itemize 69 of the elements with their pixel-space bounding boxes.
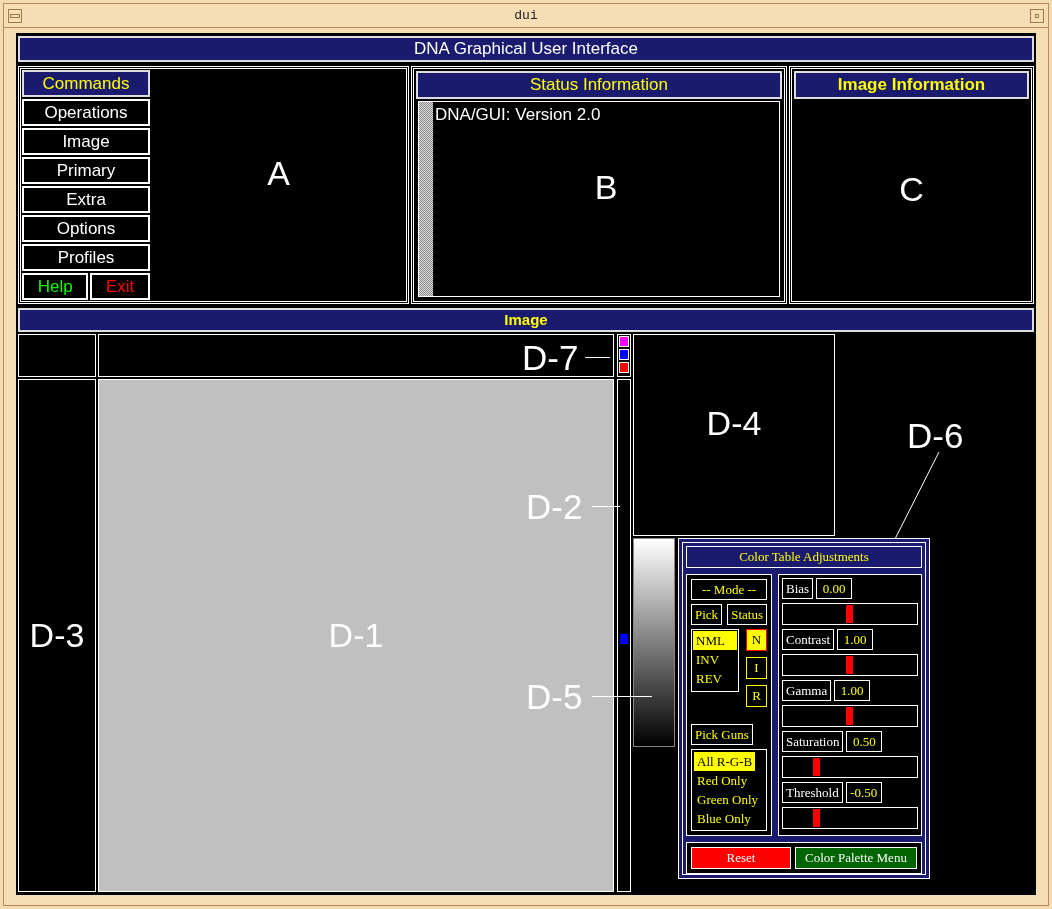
panel-title: Status Information	[416, 71, 782, 99]
slider-track[interactable]	[782, 807, 918, 829]
list-item[interactable]: Blue Only	[694, 809, 764, 828]
slider-track[interactable]	[782, 705, 918, 727]
status-indicator: N	[746, 629, 767, 651]
menu-button[interactable]: Image	[22, 128, 150, 155]
region-label: D-2	[526, 489, 583, 524]
panel-title: Image Information	[794, 71, 1029, 99]
status-button[interactable]: Status	[727, 604, 767, 625]
value-field: 0.50	[846, 731, 883, 752]
maximize-icon[interactable]	[1030, 8, 1044, 23]
list-item[interactable]: Red Only	[694, 771, 764, 790]
menu-button[interactable]: Profiles	[22, 244, 150, 271]
value-field: 0.00	[816, 578, 853, 599]
help-button[interactable]: Help	[22, 273, 89, 300]
menu-button[interactable]: Options	[22, 215, 150, 242]
slider-thumb[interactable]	[846, 707, 853, 725]
region-label: D-6	[907, 418, 964, 453]
panel-title: Color Table Adjustments	[686, 546, 922, 568]
list-item[interactable]: All R-G-B	[694, 751, 756, 771]
list-item[interactable]: INV	[693, 650, 737, 669]
leader-line	[585, 357, 610, 358]
pick-guns-button[interactable]: Pick Guns	[691, 723, 753, 745]
menu-button[interactable]: Operations	[22, 99, 150, 126]
app-title: DNA Graphical User Interface	[18, 36, 1034, 62]
slider-track[interactable]	[782, 654, 918, 676]
region-label: D-7	[522, 340, 579, 375]
value-field: -0.50	[845, 782, 882, 803]
slider-label: Saturation	[782, 731, 844, 752]
region-label: C	[899, 168, 924, 210]
region-label: D-5	[526, 679, 583, 714]
list-item[interactable]: Green Only	[694, 790, 764, 809]
slider-track[interactable]	[782, 603, 918, 625]
region-label: B	[594, 167, 618, 209]
slider-label: Threshold	[782, 782, 843, 803]
list-item[interactable]: NML	[693, 631, 737, 650]
section-label: -- Mode --	[691, 579, 767, 600]
menu-button[interactable]: Primary	[22, 157, 150, 184]
slider-thumb[interactable]	[846, 605, 853, 623]
slider-label: Contrast	[782, 629, 835, 650]
region-label: D-3	[29, 615, 85, 656]
panel-title: Image	[18, 308, 1034, 332]
scrollbar[interactable]	[419, 102, 433, 296]
slider-label: Bias	[782, 578, 814, 599]
exit-button[interactable]: Exit	[90, 273, 150, 300]
palette-menu-button[interactable]: Color Palette Menu	[795, 847, 917, 869]
window-menu-icon[interactable]	[8, 8, 22, 23]
status-indicator: R	[746, 685, 767, 707]
slider-thumb[interactable]	[846, 656, 853, 674]
list-item[interactable]: REV	[693, 669, 737, 688]
status-indicator: I	[746, 657, 767, 679]
color-swatch[interactable]	[619, 349, 629, 360]
panel-title: Commands	[22, 70, 150, 97]
reset-button[interactable]: Reset	[691, 847, 791, 869]
status-line: DNA/GUI: Version 2.0	[434, 104, 602, 126]
slider-track[interactable]	[782, 756, 918, 778]
window-title: dui	[513, 6, 539, 25]
region-label: A	[267, 152, 290, 194]
menu-button[interactable]: Extra	[22, 186, 150, 213]
region-label: D-4	[706, 402, 762, 444]
slider-label: Gamma	[782, 680, 832, 701]
region-label: D-1	[328, 615, 384, 656]
value-field: 1.00	[837, 629, 874, 650]
slider-thumb[interactable]	[812, 758, 820, 776]
color-swatch[interactable]	[619, 362, 629, 373]
slider-thumb[interactable]	[812, 809, 820, 827]
value-field: 1.00	[834, 680, 871, 701]
pick-button[interactable]: Pick	[691, 604, 723, 625]
color-swatch[interactable]	[619, 336, 629, 347]
